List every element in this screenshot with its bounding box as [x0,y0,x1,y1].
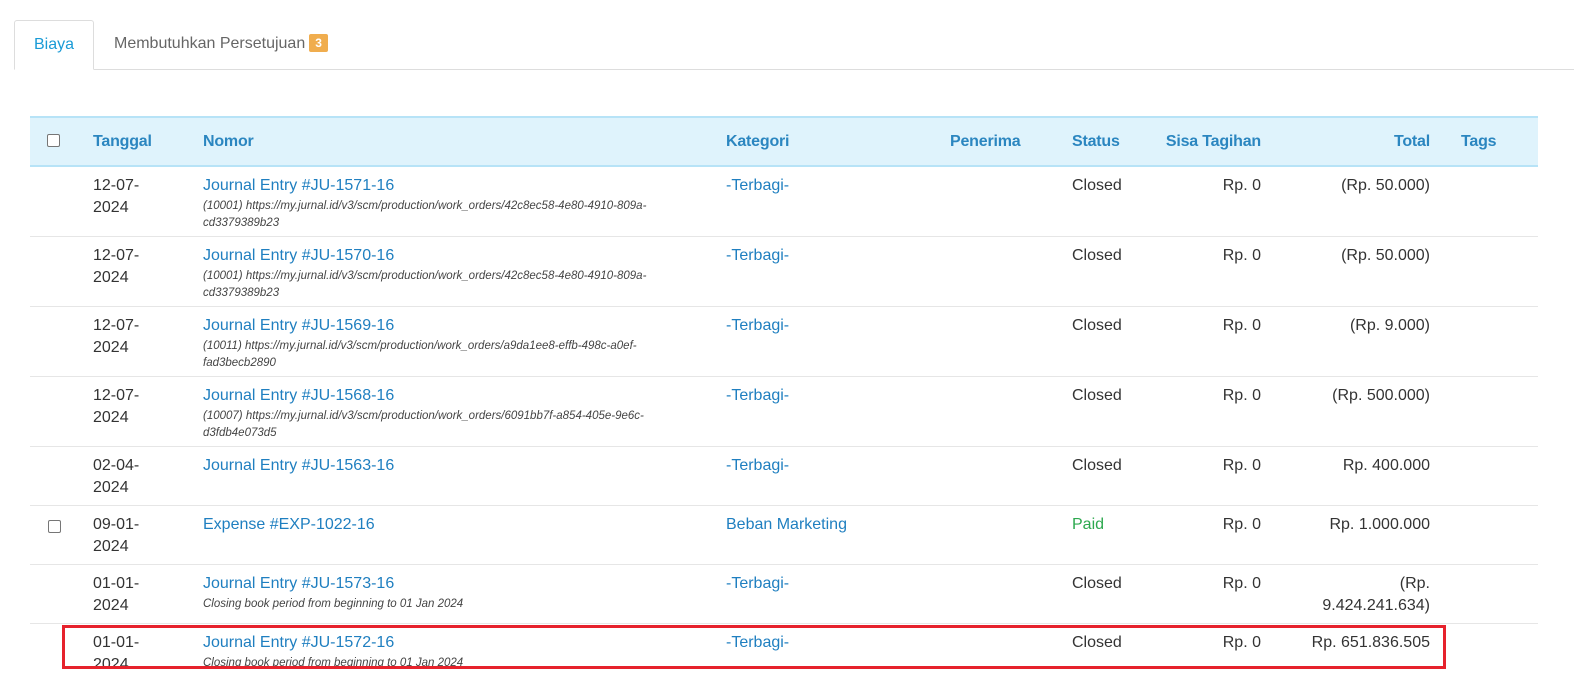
row-sisa: Rp. 0 [1222,387,1261,404]
row-sisa: Rp. 0 [1222,457,1261,474]
row-date: 09-01- 2024 [93,516,140,555]
expense-link[interactable]: Expense #EXP-1022-16 [203,514,683,536]
row-sisa: Rp. 0 [1222,575,1261,592]
row-nomor: Journal Entry #JU-1570-16 (10001) https:… [203,245,683,302]
header-nomor[interactable]: Nomor [203,118,254,165]
row-memo: Closing book period from beginning to 01… [203,598,464,610]
table-row: 12-07- 2024 Journal Entry #JU-1568-16 (10… [30,377,1538,447]
row-kategori[interactable]: Beban Marketing [726,514,847,536]
row-kategori[interactable]: -Terbagi- [726,315,789,337]
table-row: 12-07- 2024 Journal Entry #JU-1571-16 (10… [30,167,1538,237]
row-kategori[interactable]: -Terbagi- [726,632,789,654]
row-total: Rp. 651.836.505 [1311,634,1430,651]
row-sisa: Rp. 0 [1222,247,1261,264]
journal-link[interactable]: Journal Entry #JU-1573-16 [203,573,683,595]
header-total[interactable]: Total [1290,118,1430,165]
approval-count-badge: 3 [309,34,328,52]
row-total: (Rp. 50.000) [1341,247,1430,264]
tab-label: Membutuhkan Persetujuan [114,35,306,52]
header-penerima[interactable]: Penerima [950,118,1021,165]
row-sisa: Rp. 0 [1222,177,1261,194]
header-kategori[interactable]: Kategori [726,118,790,165]
row-kategori[interactable]: -Terbagi- [726,573,789,595]
journal-link[interactable]: Journal Entry #JU-1569-16 [203,315,683,337]
expense-table: Tanggal Nomor Kategori Penerima Status S… [30,116,1538,682]
row-total: Rp. 1.000.000 [1329,516,1430,533]
row-checkbox[interactable] [48,520,61,533]
row-date: 02-04- 2024 [93,457,140,496]
row-memo: Closing book period from beginning to 01… [203,657,464,669]
row-nomor: Journal Entry #JU-1571-16 (10001) https:… [203,175,683,232]
header-status[interactable]: Status [1072,118,1120,165]
row-sisa: Rp. 0 [1222,317,1261,334]
row-date: 12-07- 2024 [93,387,140,426]
row-kategori[interactable]: -Terbagi- [726,245,789,267]
row-date: 01-01- 2024 [93,575,140,614]
tab-bar: Biaya Membutuhkan Persetujuan 3 [14,20,1574,70]
row-memo: (10001) https://my.jurnal.id/v3/scm/prod… [203,200,647,229]
row-nomor: Journal Entry #JU-1573-16 Closing book p… [203,573,683,613]
row-nomor: Expense #EXP-1022-16 [203,514,683,536]
row-date: 12-07- 2024 [93,177,140,216]
journal-link[interactable]: Journal Entry #JU-1563-16 [203,455,683,477]
select-all-checkbox[interactable] [47,134,60,147]
row-memo: (10011) https://my.jurnal.id/v3/scm/prod… [203,340,637,369]
row-kategori[interactable]: -Terbagi- [726,385,789,407]
row-status: Closed [1072,177,1122,194]
row-total: Rp. 400.000 [1342,457,1430,474]
row-status: Closed [1072,575,1122,592]
row-memo: (10001) https://my.jurnal.id/v3/scm/prod… [203,270,647,299]
table-row: 12-07- 2024 Journal Entry #JU-1570-16 (10… [30,237,1538,307]
row-date: 12-07- 2024 [93,317,140,356]
row-status: Closed [1072,317,1122,334]
tab-membutuhkan-persetujuan[interactable]: Membutuhkan Persetujuan 3 [114,20,328,68]
row-memo: (10007) https://my.jurnal.id/v3/scm/prod… [203,410,644,439]
table-header: Tanggal Nomor Kategori Penerima Status S… [30,116,1538,167]
table-row: 01-01- 2024 Journal Entry #JU-1572-16 Clo… [30,624,1538,682]
row-sisa: Rp. 0 [1222,516,1261,533]
page: Biaya Membutuhkan Persetujuan 3 Tanggal N… [0,0,1588,682]
journal-link[interactable]: Journal Entry #JU-1568-16 [203,385,683,407]
row-status: Paid [1072,516,1105,533]
table-row: 01-01- 2024 Journal Entry #JU-1573-16 Clo… [30,565,1538,624]
row-sisa: Rp. 0 [1222,634,1261,651]
table-row: 02-04- 2024 Journal Entry #JU-1563-16 -Te… [30,447,1538,506]
header-tags[interactable]: Tags [1461,118,1497,165]
row-status: Closed [1072,457,1122,474]
row-nomor: Journal Entry #JU-1569-16 (10011) https:… [203,315,683,372]
tab-biaya[interactable]: Biaya [14,20,94,70]
row-total: (Rp. 9.000) [1349,317,1430,334]
journal-link[interactable]: Journal Entry #JU-1572-16 [203,632,683,654]
row-nomor: Journal Entry #JU-1572-16 Closing book p… [203,632,683,672]
table-row: 12-07- 2024 Journal Entry #JU-1569-16 (10… [30,307,1538,377]
row-total: (Rp. 9.424.241.634) [1322,575,1430,614]
row-kategori[interactable]: -Terbagi- [726,455,789,477]
journal-link[interactable]: Journal Entry #JU-1570-16 [203,245,683,267]
row-status: Closed [1072,387,1122,404]
row-date: 12-07- 2024 [93,247,140,286]
header-sisa-tagihan[interactable]: Sisa Tagihan [1160,118,1261,165]
row-date: 01-01- 2024 [93,634,140,673]
journal-link[interactable]: Journal Entry #JU-1571-16 [203,175,683,197]
row-status: Closed [1072,634,1122,651]
header-tanggal[interactable]: Tanggal [93,118,152,165]
row-total: (Rp. 50.000) [1341,177,1430,194]
row-nomor: Journal Entry #JU-1563-16 [203,455,683,477]
row-total: (Rp. 500.000) [1332,387,1430,404]
row-kategori[interactable]: -Terbagi- [726,175,789,197]
row-nomor: Journal Entry #JU-1568-16 (10007) https:… [203,385,683,442]
table-row: 09-01- 2024 Expense #EXP-1022-16 Beban Ma… [30,506,1538,565]
row-status: Closed [1072,247,1122,264]
